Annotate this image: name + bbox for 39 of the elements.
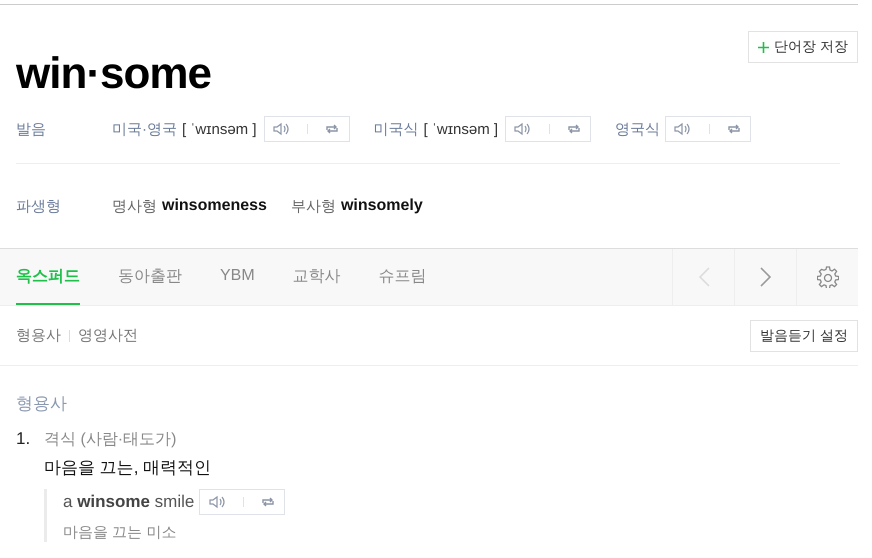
- repeat-icon[interactable]: [566, 122, 582, 136]
- derivative-word[interactable]: winsomeness: [162, 197, 267, 215]
- usage-note: 격식 (사람·태도가): [44, 430, 176, 450]
- pronunciation-region: 영국식: [615, 120, 660, 138]
- repeat-icon[interactable]: [726, 122, 742, 136]
- phonetic-text: [ ˈwɪnsəm ]: [182, 120, 257, 138]
- chevron-right-icon: [760, 267, 772, 287]
- pronunciation-region: 미국식: [374, 120, 419, 138]
- repeat-icon[interactable]: [260, 495, 276, 509]
- definition-text: 마음을 끄는, 매력적인: [44, 457, 212, 479]
- speaker-icon[interactable]: [208, 495, 226, 509]
- repeat-icon[interactable]: [324, 122, 340, 136]
- section-link[interactable]: 영영사전: [78, 326, 138, 345]
- part-of-speech-heading: 형용사: [16, 393, 68, 415]
- dictionary-tab[interactable]: 옥스퍼드: [16, 249, 80, 305]
- pronunciation-settings-button[interactable]: 발음듣기 설정: [750, 320, 858, 352]
- dictionary-tab[interactable]: 교학사: [292, 249, 341, 305]
- sense-number: 1.: [16, 429, 32, 450]
- dictionary-tab[interactable]: YBM: [220, 249, 255, 305]
- speaker-icon[interactable]: [272, 122, 291, 136]
- dictionary-tab[interactable]: 동아출판: [118, 249, 182, 305]
- derivative-type: 명사형: [112, 196, 157, 216]
- plus-icon: [758, 42, 770, 52]
- example-sentence: a winsome smile: [63, 492, 194, 512]
- speaker-icon[interactable]: [514, 122, 532, 136]
- dictionary-tab[interactable]: 슈프림: [378, 249, 427, 305]
- derivative-word[interactable]: winsomely: [340, 197, 423, 215]
- row-label: 파생형: [16, 196, 62, 216]
- speaker-icon[interactable]: [674, 122, 692, 136]
- settings-icon: [816, 266, 838, 288]
- headword: win·some: [16, 49, 211, 99]
- save-to-wordbook-button[interactable]: 단어장 저장: [748, 31, 858, 63]
- section-link[interactable]: 형용사: [16, 326, 61, 345]
- derivative-type: 부사형: [290, 196, 336, 216]
- phonetic-text: [ ˈwɪnsəm ]: [424, 120, 498, 138]
- pronunciation-region: 미국·영국: [112, 120, 177, 138]
- chevron-left-icon: [698, 267, 710, 287]
- example-translation: 마음을 끄는 미소: [63, 523, 176, 542]
- row-label: 발음: [16, 120, 47, 138]
